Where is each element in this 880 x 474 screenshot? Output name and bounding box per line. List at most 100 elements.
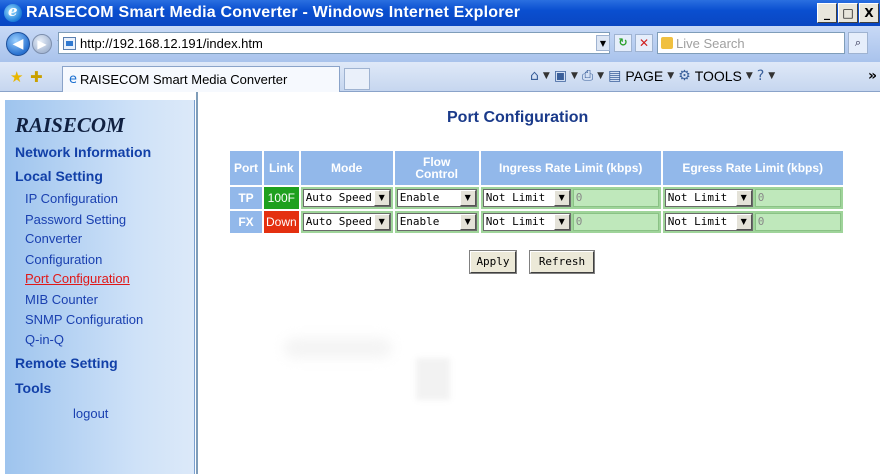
more-chevron-icon[interactable]: » <box>868 68 877 84</box>
egress-limit-select[interactable]: Not Limit ▼ <box>664 212 753 231</box>
flow-select-value: Enable <box>399 215 440 229</box>
chevron-down-icon[interactable]: ▼ <box>553 189 570 206</box>
close-button[interactable]: X <box>859 3 879 23</box>
ingress-rate-input[interactable]: 0 <box>572 212 659 231</box>
apply-button[interactable]: Apply <box>469 250 517 274</box>
mode-select-value: Auto Speed <box>305 191 372 205</box>
menu-tools[interactable]: Tools <box>15 380 51 396</box>
new-tab-button[interactable] <box>344 68 370 90</box>
chevron-down-icon[interactable]: ▼ <box>459 213 476 230</box>
search-button[interactable]: ⌕ <box>848 32 868 54</box>
flow-cell: Enable ▼ <box>394 187 479 209</box>
brand-logo: RAISECOM <box>15 113 125 137</box>
chevron-down-icon[interactable]: ▼ <box>373 189 390 206</box>
tools-menu-button[interactable]: TOOLS <box>695 68 742 84</box>
egress-cell: Not Limit ▼ 0 <box>662 187 843 209</box>
ingress-limit-select[interactable]: Not Limit ▼ <box>482 188 571 207</box>
ingress-cell: Not Limit ▼ 0 <box>480 211 661 233</box>
egress-limit-select[interactable]: Not Limit ▼ <box>664 188 753 207</box>
ingress-select-value: Not Limit <box>485 191 546 205</box>
ingress-cell: Not Limit ▼ 0 <box>480 187 661 209</box>
ingress-limit-select[interactable]: Not Limit ▼ <box>482 212 571 231</box>
mode-select-value: Auto Speed <box>305 215 372 229</box>
ie-page-icon: e <box>69 72 77 87</box>
sidebar: RAISECOM Network Information Local Setti… <box>5 100 195 474</box>
forward-button[interactable]: ▶ <box>32 34 52 54</box>
sidebar-item-password-setting[interactable]: Password Setting <box>25 212 126 227</box>
sidebar-item-converter[interactable]: Converter <box>25 231 82 246</box>
stop-icon[interactable]: ✕ <box>635 34 653 52</box>
flow-control-select[interactable]: Enable ▼ <box>396 212 477 231</box>
search-placeholder: Live Search <box>676 35 745 51</box>
refresh-icon[interactable]: ↻ <box>614 34 632 52</box>
egress-select-value: Not Limit <box>667 191 728 205</box>
ingress-rate-input[interactable]: 0 <box>572 188 659 207</box>
header-port: Port <box>230 151 262 185</box>
home-icon[interactable]: ⌂ <box>530 68 539 84</box>
mode-select[interactable]: Auto Speed ▼ <box>302 212 391 231</box>
ie-logo-icon <box>4 2 22 22</box>
url-text: http://192.168.12.191/index.htm <box>80 35 263 51</box>
sidebar-item-snmp-configuration[interactable]: SNMP Configuration <box>25 312 143 327</box>
page-menu-icon: ▤ <box>608 68 622 84</box>
menu-network-information[interactable]: Network Information <box>15 144 151 160</box>
chevron-down-icon[interactable]: ▼ <box>735 189 752 206</box>
window-title: RAISECOM Smart Media Converter - Windows… <box>26 4 521 21</box>
egress-rate-input[interactable]: 0 <box>754 212 841 231</box>
tab-label: RAISECOM Smart Media Converter <box>80 72 288 87</box>
header-flow-line2: Control <box>415 167 459 181</box>
window-controls: _ □ X <box>817 3 880 23</box>
chevron-down-icon[interactable]: ▼ <box>735 213 752 230</box>
maximize-button[interactable]: □ <box>838 3 858 23</box>
ingress-select-value: Not Limit <box>485 215 546 229</box>
blurred-region <box>416 358 450 400</box>
header-egress: Egress Rate Limit (kbps) <box>662 151 843 185</box>
chevron-down-icon[interactable]: ▼ <box>459 189 476 206</box>
address-bar: ◀ ▶ ▼ http://192.168.12.191/index.htm ▼ … <box>0 26 880 62</box>
refresh-button[interactable]: Refresh <box>529 250 595 274</box>
sidebar-item-q-in-q[interactable]: Q-in-Q <box>25 332 64 347</box>
add-favorite-icon[interactable]: ✚ <box>30 68 43 86</box>
back-button[interactable]: ◀ <box>6 32 30 56</box>
url-dropdown-button[interactable]: ▼ <box>596 35 610 51</box>
command-buttons: ⌂ ▼ ▣ ▼ ⎙ ▼ ▤ PAGE ▼ ⚙ TOOLS ▼ ? ▼ <box>530 68 776 84</box>
egress-rate-input[interactable]: 0 <box>754 188 841 207</box>
sidebar-item-configuration[interactable]: Configuration <box>25 252 102 267</box>
port-cell: TP <box>230 187 262 209</box>
header-link: Link <box>264 151 299 185</box>
command-bar: ★ ✚ e RAISECOM Smart Media Converter ⌂ ▼ … <box>0 62 880 92</box>
tools-gear-icon: ⚙ <box>678 68 691 84</box>
search-input[interactable]: Live Search <box>657 32 845 54</box>
live-search-icon <box>661 37 673 49</box>
page-title: Port Configuration <box>447 109 589 126</box>
feeds-icon[interactable]: ▣ <box>554 68 567 84</box>
help-icon[interactable]: ? <box>757 68 764 84</box>
tab-raisecom[interactable]: e RAISECOM Smart Media Converter <box>62 66 340 92</box>
menu-local-setting[interactable]: Local Setting <box>15 168 103 184</box>
menu-remote-setting[interactable]: Remote Setting <box>15 355 118 371</box>
egress-select-value: Not Limit <box>667 215 728 229</box>
sidebar-item-ip-configuration[interactable]: IP Configuration <box>25 191 118 206</box>
page-menu-button[interactable]: PAGE <box>625 68 663 84</box>
print-icon[interactable]: ⎙ <box>582 68 593 84</box>
page-content: RAISECOM Network Information Local Setti… <box>0 92 880 474</box>
window-title-bar[interactable]: RAISECOM Smart Media Converter - Windows… <box>0 0 880 26</box>
header-mode: Mode <box>300 151 393 185</box>
egress-cell: Not Limit ▼ 0 <box>662 211 843 233</box>
favorites-icon[interactable]: ★ <box>10 68 23 86</box>
header-ingress: Ingress Rate Limit (kbps) <box>480 151 661 185</box>
chevron-down-icon[interactable]: ▼ <box>373 213 390 230</box>
flow-cell: Enable ▼ <box>394 211 479 233</box>
url-input[interactable]: http://192.168.12.191/index.htm <box>58 32 610 54</box>
chevron-down-icon[interactable]: ▼ <box>553 213 570 230</box>
frame-divider[interactable] <box>196 92 198 474</box>
link-status-cell: 100F <box>264 187 299 209</box>
sidebar-item-port-configuration[interactable]: Port Configuration <box>25 271 130 286</box>
logout-link[interactable]: logout <box>73 406 108 421</box>
mode-cell: Auto Speed ▼ <box>300 187 393 209</box>
sidebar-item-mib-counter[interactable]: MIB Counter <box>25 292 98 307</box>
minimize-button[interactable]: _ <box>817 3 837 23</box>
flow-control-select[interactable]: Enable ▼ <box>396 188 477 207</box>
port-config-table: Port Link Mode Flow Control Ingress Rate… <box>228 149 845 235</box>
mode-select[interactable]: Auto Speed ▼ <box>302 188 391 207</box>
